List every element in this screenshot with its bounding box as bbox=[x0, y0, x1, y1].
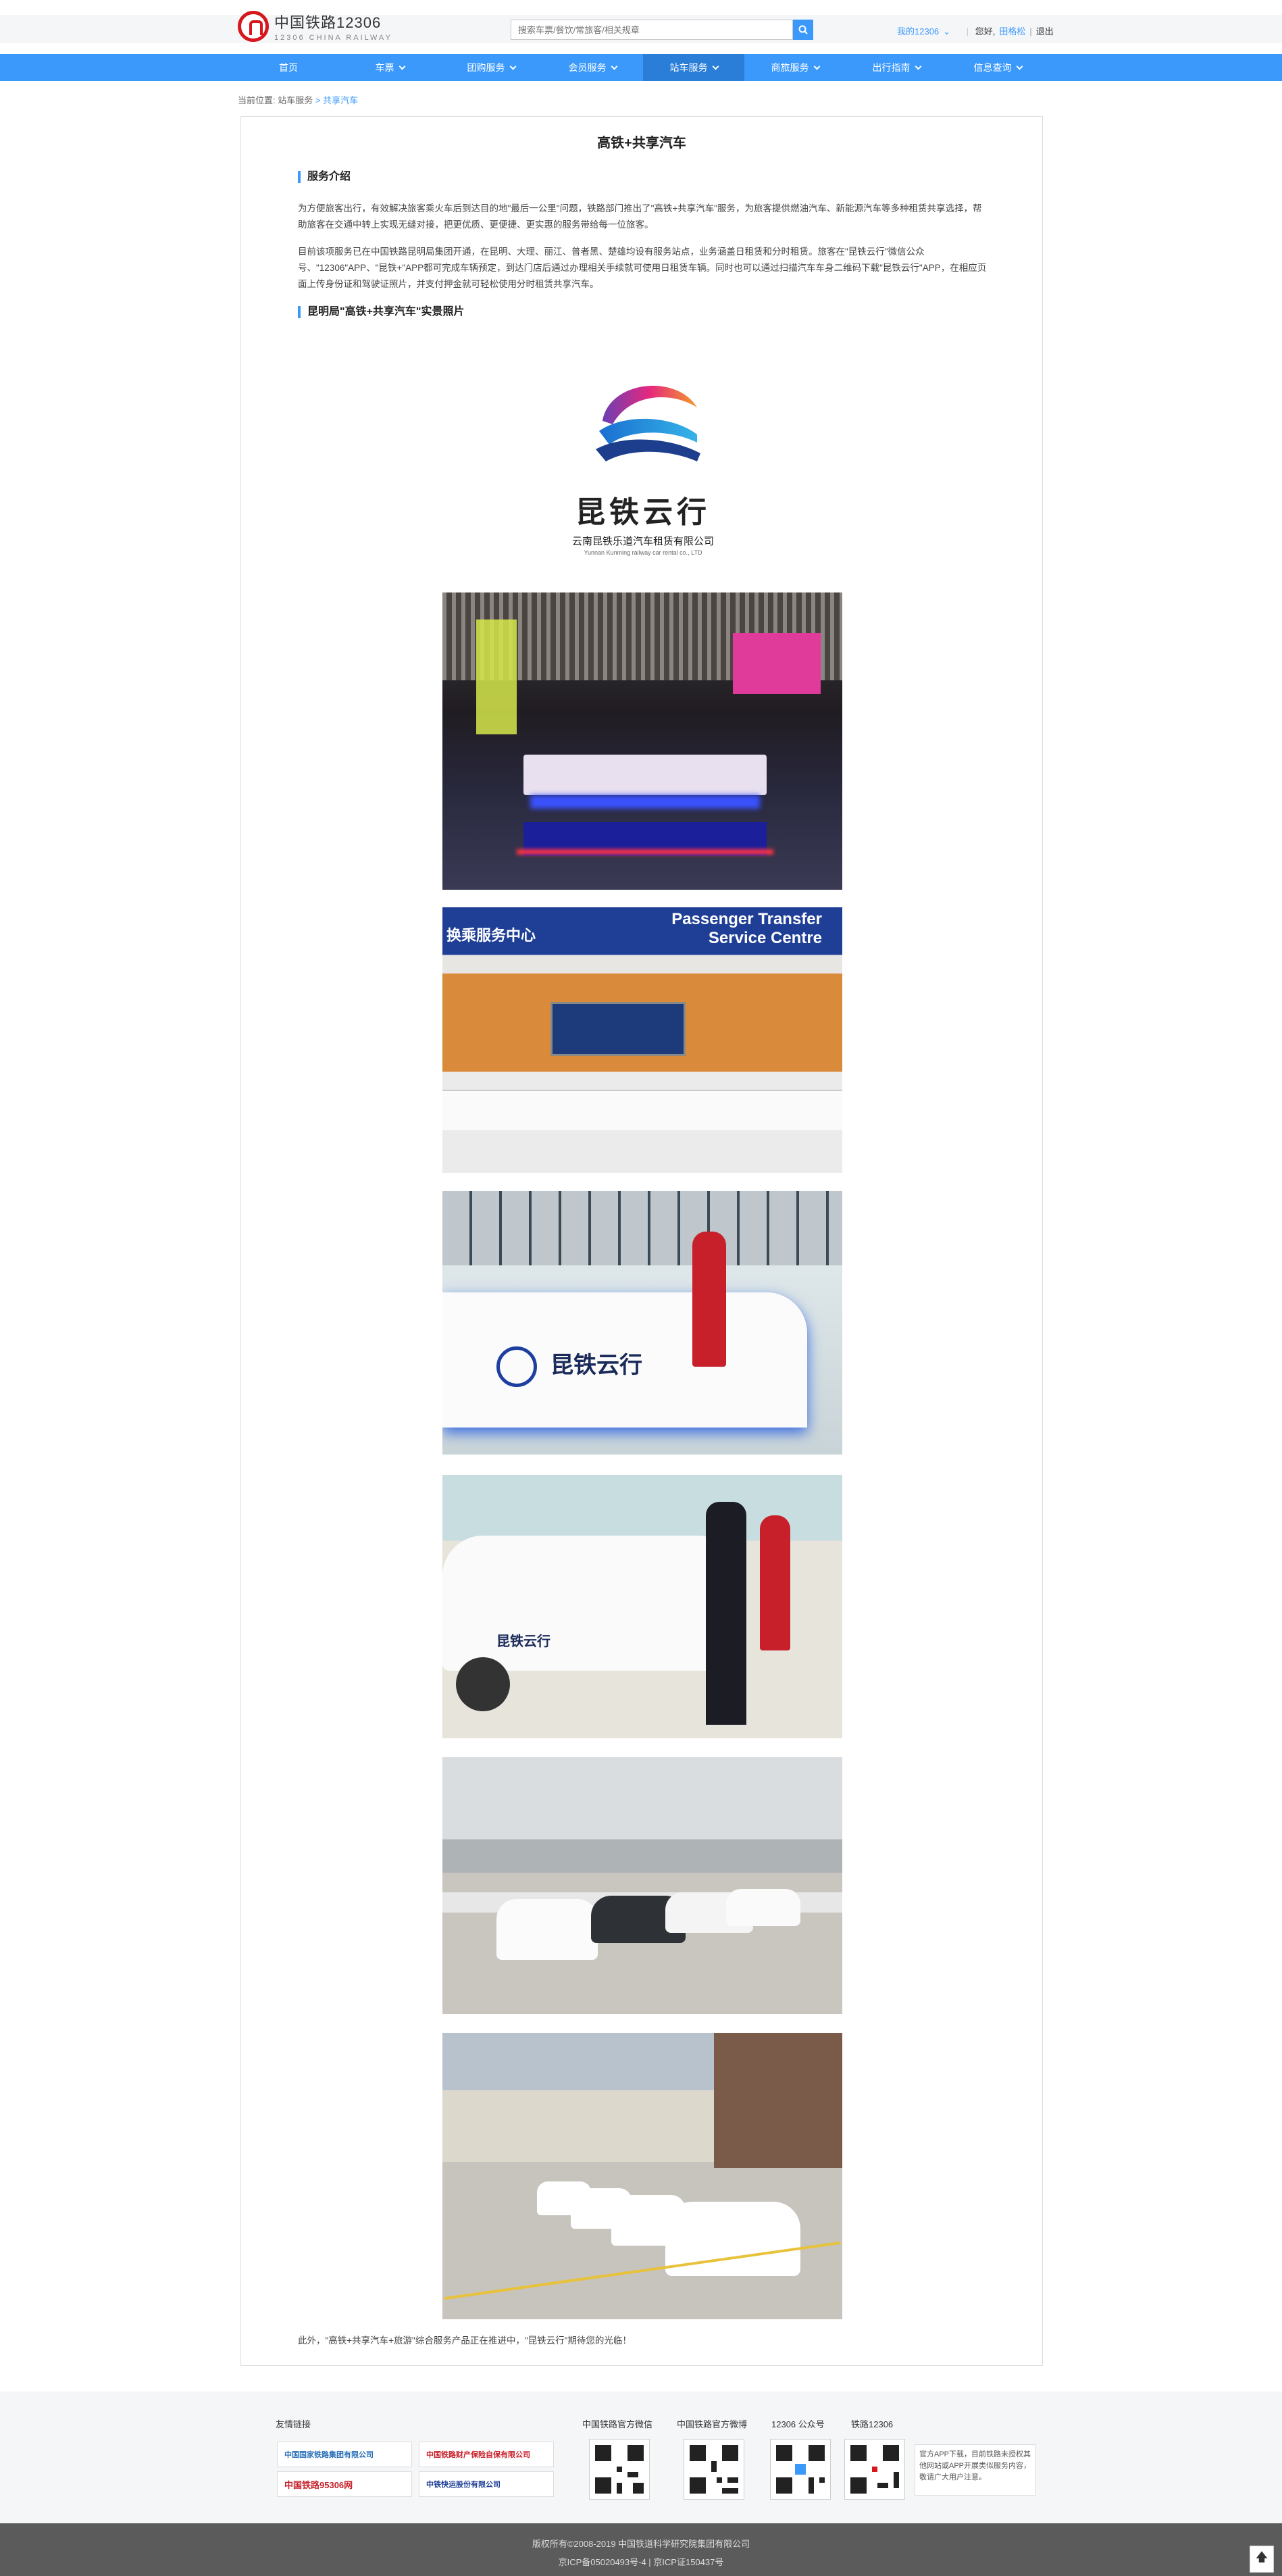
photo-ev-parking bbox=[442, 2033, 842, 2319]
nav-info-query[interactable]: 信息查询 bbox=[947, 54, 1048, 81]
greeting-text: 您好, bbox=[975, 26, 996, 36]
logo-subtitle: 12306 CHINA RAILWAY bbox=[274, 34, 392, 42]
qr-code-wechat bbox=[589, 2439, 650, 2500]
qr-code-icon bbox=[690, 2445, 738, 2494]
service-centre-sign: Passenger Transfer Service Centre bbox=[671, 910, 822, 947]
icp-text: 京ICP备05020493号-4 | 京ICP证150437号 bbox=[558, 2557, 724, 2567]
username-link[interactable]: 田格松 bbox=[999, 26, 1025, 36]
site-logo[interactable]: 中国铁路12306 12306 CHINA RAILWAY bbox=[238, 11, 392, 42]
main-nav: 首页 车票 团购服务 会员服务 站车服务 商旅服务 出行指南 信息查询 bbox=[0, 54, 1282, 81]
photo-station-hall bbox=[442, 592, 842, 890]
chevron-down-icon bbox=[1016, 63, 1023, 70]
search-icon bbox=[798, 25, 808, 34]
copyright-text: 版权所有©2008-2019 中国铁道科学研究院集团有限公司 bbox=[532, 2539, 750, 2549]
nav-travel-guide[interactable]: 出行指南 bbox=[846, 54, 947, 81]
photo-service-centre: Passenger Transfer Service Centre 换乘服务中心 bbox=[442, 907, 842, 1173]
search-input[interactable] bbox=[511, 20, 793, 40]
divider: | bbox=[966, 26, 969, 36]
copyright-bar: 版权所有©2008-2019 中国铁道科学研究院集团有限公司 京ICP备0502… bbox=[0, 2523, 1282, 2576]
chevron-down-icon bbox=[915, 63, 921, 70]
nav-label: 商旅服务 bbox=[771, 62, 809, 73]
chevron-down-icon bbox=[712, 63, 719, 70]
chevron-down-icon bbox=[399, 63, 405, 70]
chevron-down-icon bbox=[813, 63, 820, 70]
qr-title: 中国铁路官方微信 bbox=[582, 2419, 653, 2429]
qr-title: 铁路12306 bbox=[851, 2419, 894, 2429]
nav-member-service[interactable]: 会员服务 bbox=[542, 54, 643, 81]
qr-code-icon bbox=[776, 2445, 825, 2494]
nav-group-service[interactable]: 团购服务 bbox=[440, 54, 542, 81]
breadcrumb-parent-link[interactable]: 站车服务 bbox=[278, 95, 313, 105]
footer-link[interactable]: 中铁快运股份有限公司 bbox=[419, 2471, 554, 2497]
section-heading-photos: 昆明局"高铁+共享汽车"实景照片 bbox=[298, 306, 465, 318]
nav-business-travel[interactable]: 商旅服务 bbox=[744, 54, 846, 81]
my12306-link[interactable]: 我的12306 bbox=[897, 26, 939, 36]
nav-label: 会员服务 bbox=[568, 62, 607, 73]
qr-code-icon bbox=[595, 2445, 644, 2494]
nav-label: 车票 bbox=[375, 62, 394, 73]
nav-home[interactable]: 首页 bbox=[238, 54, 339, 81]
service-centre-sign-cn: 换乘服务中心 bbox=[446, 927, 536, 944]
friendly-links-title: 友情链接 bbox=[276, 2419, 311, 2429]
railway-logo-icon bbox=[238, 11, 269, 42]
qr-code-weibo bbox=[684, 2439, 744, 2500]
article-title: 高铁+共享汽车 bbox=[597, 136, 686, 151]
qr-title: 12306 公众号 bbox=[771, 2419, 825, 2429]
app-download-notice: 官方APP下载，目前铁路未授权其他网站或APP开展类似服务内容，敬请广大用户注意… bbox=[915, 2444, 1036, 2496]
brand-name: 昆铁云行 bbox=[575, 495, 711, 530]
arrow-up-icon: 🡅 bbox=[1255, 2550, 1268, 2564]
breadcrumb: 当前位置: 站车服务 > 共享汽车 bbox=[238, 93, 358, 106]
back-to-top-button[interactable]: 🡅 bbox=[1250, 2546, 1274, 2573]
article-box: 高铁+共享汽车 服务介绍 为方便旅客出行，有效解决旅客乘火车后到达目的地"最后一… bbox=[240, 116, 1043, 2366]
footer: 友情链接 中国国家铁路集团有限公司 中国铁路财产保险自保有限公司 中国铁路953… bbox=[0, 2392, 1282, 2523]
logout-link[interactable]: 退出 bbox=[1036, 26, 1054, 36]
nav-station-service[interactable]: 站车服务 bbox=[643, 54, 744, 81]
user-links: 我的12306 ⌄ | 您好, 田格松 | 退出 bbox=[897, 24, 1058, 37]
photo-car-staff: 昆铁云行 bbox=[442, 1475, 842, 1738]
brand-company-en: Yunnan Kunming railway car rental co., L… bbox=[584, 549, 702, 556]
footer-link[interactable]: 中国铁路95306网 bbox=[277, 2471, 412, 2497]
chevron-down-icon bbox=[509, 63, 516, 70]
nav-tickets[interactable]: 车票 bbox=[339, 54, 440, 81]
nav-label: 出行指南 bbox=[872, 62, 911, 73]
header: 中国铁路12306 12306 CHINA RAILWAY 我的12306 ⌄ |… bbox=[0, 0, 1282, 54]
footer-link[interactable]: 中国铁路财产保险自保有限公司 bbox=[419, 2442, 554, 2467]
search-bar bbox=[511, 20, 813, 40]
qr-code-icon bbox=[850, 2445, 899, 2494]
nav-label: 团购服务 bbox=[467, 62, 505, 73]
breadcrumb-separator: > bbox=[315, 95, 321, 105]
photo-parking-lot bbox=[442, 1757, 842, 2014]
brand-emblem-icon bbox=[596, 385, 700, 461]
breadcrumb-label: 当前位置: bbox=[238, 95, 276, 105]
intro-paragraph-2: 目前该项服务已在中国铁路昆明局集团开通，在昆明、大理、丽江、普者黑、楚雄均设有服… bbox=[298, 247, 987, 289]
search-button[interactable] bbox=[793, 20, 813, 40]
divider: | bbox=[1029, 26, 1032, 36]
qr-code-app bbox=[844, 2439, 905, 2500]
nav-label: 首页 bbox=[279, 62, 298, 73]
nav-label: 站车服务 bbox=[669, 62, 708, 73]
chevron-down-icon: ⌄ bbox=[943, 26, 951, 36]
intro-paragraph-1: 为方便旅客出行，有效解决旅客乘火车后到达目的地"最后一公里"问题，铁路部门推出了… bbox=[298, 203, 982, 230]
qr-code-official-account bbox=[770, 2439, 831, 2500]
kuntie-yunxing-logo: 昆铁云行 云南昆铁乐道汽车租赁有限公司 Yunnan Kunming railw… bbox=[532, 367, 754, 570]
brand-company: 云南昆铁乐道汽车租赁有限公司 bbox=[571, 536, 714, 547]
chevron-down-icon bbox=[611, 63, 617, 70]
section-heading-intro: 服务介绍 bbox=[298, 171, 351, 183]
closing-note: 此外，"高铁+共享汽车+旅游"综合服务产品正在推进中，"昆铁云行"期待您的光临！ bbox=[298, 2335, 632, 2346]
qr-title: 中国铁路官方微博 bbox=[677, 2419, 748, 2429]
footer-link[interactable]: 中国国家铁路集团有限公司 bbox=[277, 2442, 412, 2467]
logo-title: 中国铁路12306 bbox=[274, 14, 382, 31]
nav-label: 信息查询 bbox=[973, 62, 1012, 73]
photo-rental-counter: 昆铁云行 bbox=[442, 1191, 842, 1455]
breadcrumb-current: 共享汽车 bbox=[323, 95, 359, 105]
